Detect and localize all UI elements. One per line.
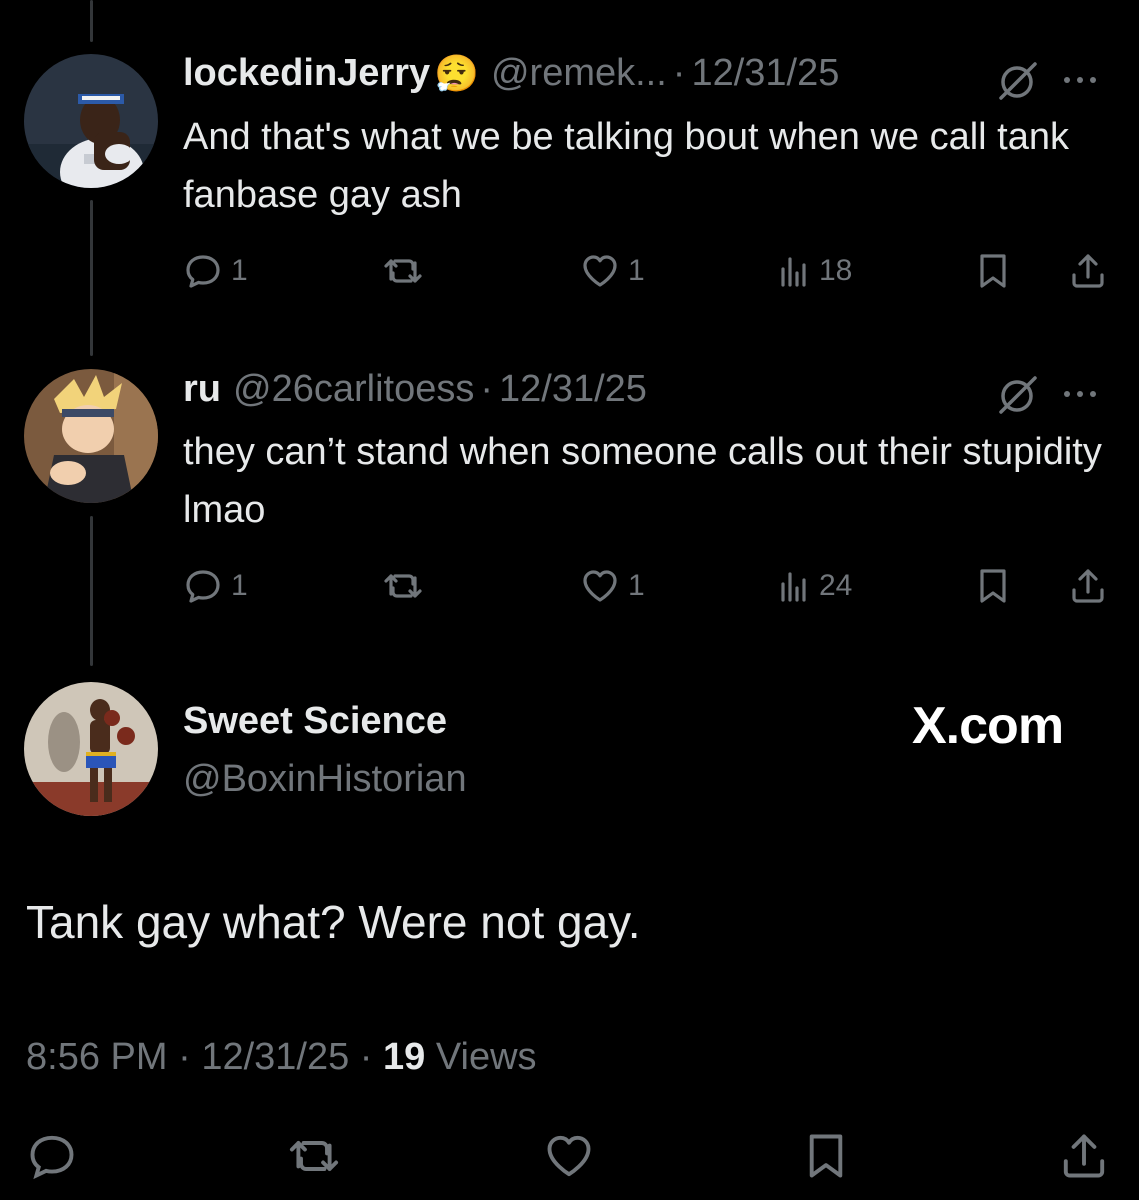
bookmark-icon — [980, 569, 1006, 603]
views-label: Views — [435, 1036, 537, 1078]
timestamp[interactable]: 12/31/25 — [691, 52, 839, 95]
main-handle[interactable]: @BoxinHistorian — [183, 758, 467, 801]
like-count: 1 — [628, 254, 645, 287]
post-time: 8:56 PM — [26, 1036, 168, 1078]
more-icon[interactable] — [1057, 58, 1103, 104]
grok-icon[interactable] — [995, 372, 1041, 418]
post-meta: 8:56 PM · 12/31/25 · 19 Views — [26, 1036, 537, 1079]
thread-line — [90, 0, 93, 42]
tweet-text: they can’t stand when someone calls out … — [183, 431, 1102, 531]
views-count[interactable]: 19 — [383, 1036, 425, 1078]
views-icon — [781, 572, 806, 602]
separator: · — [359, 1036, 373, 1078]
bookmark-icon — [980, 254, 1006, 288]
reply-button[interactable]: 1 — [183, 251, 248, 291]
repost-button[interactable] — [383, 251, 423, 291]
tweet-header: lockedinJerry 😮‍💨 @remek... · 12/31/25 — [183, 52, 839, 95]
reply-button[interactable]: 1 — [183, 566, 248, 606]
more-icon[interactable] — [1057, 372, 1103, 418]
repost-icon — [384, 574, 422, 598]
bookmark-button[interactable] — [800, 1130, 852, 1182]
share-button[interactable] — [1058, 1130, 1110, 1182]
repost-button[interactable] — [383, 566, 423, 606]
repost-icon — [289, 1141, 339, 1171]
timestamp[interactable]: 12/31/25 — [499, 368, 647, 411]
heart-icon — [547, 1135, 591, 1177]
main-post-text: Tank gay what? Were not gay. — [26, 896, 641, 948]
views-button[interactable]: 18 — [775, 251, 852, 291]
avatar[interactable] — [24, 54, 158, 188]
share-icon — [1072, 569, 1104, 603]
heart-icon — [583, 570, 617, 602]
bookmark-icon — [809, 1134, 843, 1178]
tweet-actions: 1 1 24 — [183, 566, 1109, 606]
heart-icon — [583, 255, 617, 287]
tweet-top-actions — [995, 372, 1103, 418]
reply-button[interactable] — [26, 1130, 78, 1182]
main-display-name[interactable]: Sweet Science — [183, 700, 447, 743]
separator: · — [672, 52, 686, 94]
like-button[interactable]: 1 — [580, 251, 645, 291]
avatar[interactable] — [24, 369, 158, 503]
x-com-watermark: X.com — [912, 697, 1064, 755]
post-date: 12/31/25 — [201, 1036, 350, 1078]
tweet-header: ru @26carlitoess · 12/31/25 — [183, 368, 647, 411]
share-button[interactable] — [1068, 566, 1108, 606]
share-icon — [1063, 1134, 1105, 1178]
repost-icon — [384, 259, 422, 283]
share-icon — [1072, 254, 1104, 288]
tweet-top-actions — [995, 58, 1103, 104]
views-count: 18 — [819, 254, 853, 287]
display-name[interactable]: ru — [183, 368, 221, 411]
repost-button[interactable] — [288, 1130, 340, 1182]
bookmark-button[interactable] — [973, 251, 1013, 291]
main-post-actions — [0, 1130, 1139, 1186]
like-button[interactable]: 1 — [580, 566, 645, 606]
reply-count: 1 — [231, 254, 248, 287]
reply-icon — [186, 570, 220, 603]
share-button[interactable] — [1068, 251, 1108, 291]
views-icon — [781, 257, 806, 287]
views-count: 24 — [819, 569, 853, 602]
like-count: 1 — [628, 569, 645, 602]
separator: · — [480, 368, 493, 410]
avatar[interactable] — [24, 682, 158, 816]
separator: · — [178, 1036, 191, 1078]
reply-count: 1 — [231, 569, 248, 602]
bookmark-button[interactable] — [973, 566, 1013, 606]
tweet-text: And that's what we be talking bout when … — [183, 116, 1070, 216]
handle[interactable]: @26carlitoess — [233, 368, 474, 411]
grok-icon[interactable] — [995, 58, 1041, 104]
tweet-actions: 1 1 18 — [183, 251, 1109, 291]
face-exhaling-emoji: 😮‍💨 — [434, 52, 479, 94]
reply-icon — [186, 255, 220, 288]
views-button[interactable]: 24 — [775, 566, 852, 606]
handle[interactable]: @remek... — [491, 52, 667, 95]
thread-line — [90, 516, 93, 666]
display-name[interactable]: lockedinJerry — [183, 52, 430, 95]
like-button[interactable] — [543, 1130, 595, 1182]
thread-line — [90, 200, 93, 356]
reply-icon — [30, 1135, 74, 1180]
